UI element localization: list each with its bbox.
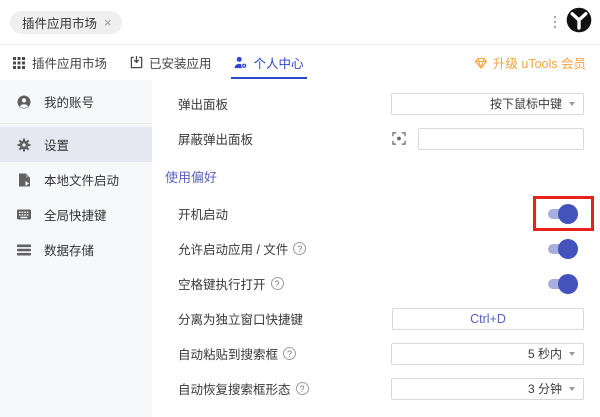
sidebar-item-data-storage[interactable]: 数据存储: [0, 232, 152, 267]
account-icon: [17, 95, 31, 109]
setting-row-auto-start: 开机启动: [178, 196, 594, 231]
block-popup-label: 屏蔽弹出面板: [178, 133, 254, 147]
utools-logo-icon[interactable]: [566, 7, 592, 38]
setting-row-auto-paste: 自动粘贴到搜索框 ? 5 秒内: [178, 336, 584, 371]
sidebar-item-global-hotkeys[interactable]: 全局快捷键: [0, 197, 152, 232]
open-plugin-tab-label: 插件应用市场: [22, 16, 98, 31]
help-icon[interactable]: ?: [295, 382, 309, 395]
setting-row-auto-restore: 自动恢复搜索框形态 ? 3 分钟: [178, 371, 584, 406]
gear-icon: [17, 138, 31, 152]
popup-panel-label: 弹出面板: [178, 98, 229, 112]
setting-row-allow-launch: 允许启动应用 / 文件 ?: [178, 231, 584, 266]
auto-paste-select-value: 5 秒内: [527, 347, 562, 361]
allow-launch-label: 允许启动应用 / 文件 ?: [178, 239, 307, 258]
close-icon[interactable]: ×: [104, 16, 112, 29]
storage-icon: [17, 243, 31, 257]
tab-plugin-market[interactable]: 插件应用市场: [12, 45, 107, 80]
sidebar-item-settings-label: 设置: [44, 139, 70, 153]
upgrade-membership-label: 升级 uTools 会员: [492, 57, 586, 71]
space-open-label: 空格键执行打开 ?: [178, 274, 284, 293]
sidebar-item-account-label: 我的账号: [44, 96, 95, 110]
help-icon[interactable]: ?: [283, 347, 297, 360]
utools-window: 插件应用市场 × 插件应用市场 已安装应用 个人中心 升级 uTools 会员 …: [0, 0, 600, 417]
auto-paste-select[interactable]: 5 秒内: [391, 342, 584, 365]
sidebar-item-data-storage-label: 数据存储: [44, 244, 95, 258]
detach-hotkey-label: 分离为独立窗口快捷键: [178, 313, 304, 327]
tab-plugin-market-label: 插件应用市场: [32, 57, 108, 71]
setting-row-detach-hotkey: 分离为独立窗口快捷键: [178, 301, 584, 336]
setting-row-space-open: 空格键执行打开 ?: [178, 266, 584, 301]
section-title-preferences: 使用偏好: [165, 169, 218, 185]
window-top-strip: 插件应用市场 ×: [0, 0, 600, 45]
allow-launch-toggle[interactable]: [548, 238, 578, 259]
download-box-icon: [129, 56, 143, 70]
sidebar-divider: [0, 123, 152, 124]
sidebar-item-account[interactable]: 我的账号: [0, 80, 152, 123]
sidebar-item-settings[interactable]: 设置: [0, 127, 152, 162]
sidebar-item-global-hotkeys-label: 全局快捷键: [44, 209, 107, 223]
setting-row-block-popup: 屏蔽弹出面板: [178, 121, 584, 156]
help-icon[interactable]: ?: [293, 242, 307, 255]
gem-icon: [474, 56, 488, 70]
file-launch-icon: [17, 173, 31, 187]
open-plugin-tab[interactable]: 插件应用市场 ×: [10, 10, 122, 34]
sidebar-item-local-file-launch-label: 本地文件启动: [44, 174, 120, 188]
auto-paste-label: 自动粘贴到搜索框 ?: [178, 344, 297, 363]
tab-personal-center-label: 个人中心: [253, 57, 304, 71]
more-menu-icon[interactable]: [551, 12, 560, 33]
auto-start-toggle[interactable]: [548, 203, 578, 224]
tab-installed-apps-label: 已安装应用: [149, 57, 212, 71]
auto-restore-select[interactable]: 3 分钟: [391, 377, 584, 400]
popup-panel-select[interactable]: 按下鼠标中键: [391, 92, 584, 115]
setting-row-popup-panel: 弹出面板 按下鼠标中键: [178, 86, 584, 121]
caret-down-icon: [569, 386, 575, 391]
block-popup-input[interactable]: [418, 127, 584, 150]
space-open-toggle[interactable]: [548, 273, 578, 294]
auto-restore-select-value: 3 分钟: [527, 382, 562, 396]
sidebar: 我的账号 设置 本地文件启动 全局快捷键 数据存储: [0, 80, 152, 417]
caret-down-icon: [569, 351, 575, 356]
tab-installed-apps[interactable]: 已安装应用: [129, 45, 212, 80]
popup-panel-select-value: 按下鼠标中键: [489, 97, 562, 111]
person-gear-icon: [234, 56, 248, 70]
auto-start-label: 开机启动: [178, 208, 229, 222]
help-icon[interactable]: ?: [270, 277, 284, 290]
screen-capture-icon[interactable]: [392, 132, 406, 146]
detach-hotkey-input[interactable]: [392, 307, 584, 330]
upgrade-membership-link[interactable]: 升级 uTools 会员: [474, 53, 586, 72]
keyboard-icon: [17, 208, 31, 222]
sidebar-item-local-file-launch[interactable]: 本地文件启动: [0, 162, 152, 197]
caret-down-icon: [569, 101, 575, 106]
tab-personal-center[interactable]: 个人中心: [230, 45, 307, 80]
grid-icon: [12, 56, 26, 70]
settings-panel: 弹出面板 按下鼠标中键 屏蔽弹出面板 使用偏好 开机启动 允许启动应用 / 文件…: [152, 80, 600, 417]
nav-bar: 插件应用市场 已安装应用 个人中心 升级 uTools 会员: [0, 45, 600, 80]
auto-restore-label: 自动恢复搜索框形态 ?: [178, 379, 309, 398]
